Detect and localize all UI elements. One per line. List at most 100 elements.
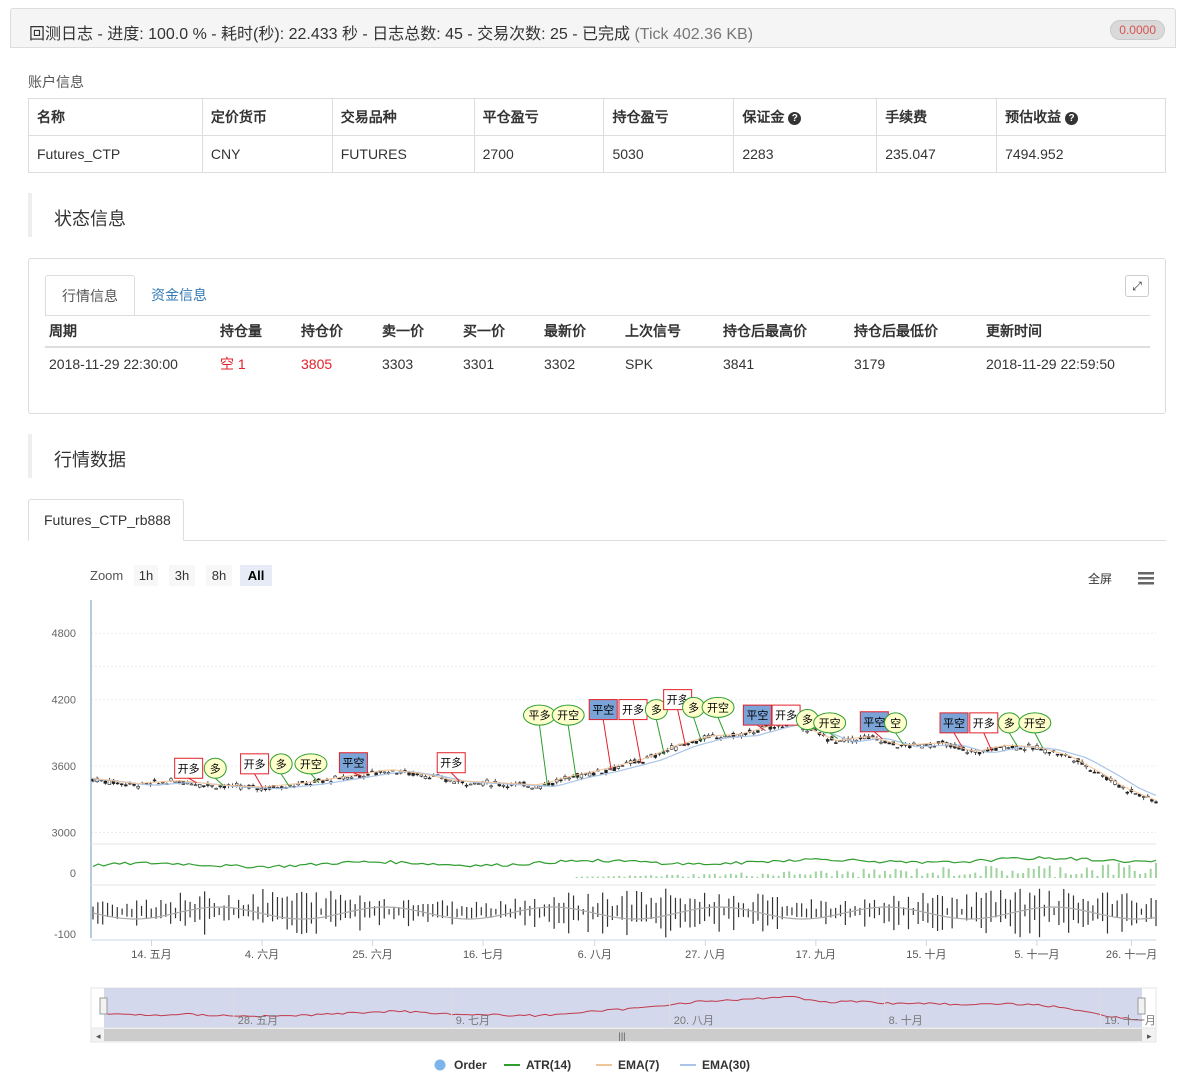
expand-icon[interactable]: ⤢ [1125,275,1149,297]
status-section-header: 状态信息 [28,193,1166,237]
volume-bar [639,875,642,878]
candle [1117,784,1121,788]
account-header-row: 名称 定价货币 交易品种 平仓盈亏 持仓盈亏 保证金? 手续费 预估收益? [28,98,1166,136]
volume-bar [634,876,637,878]
volume-bar [602,876,605,878]
legend-symbol [434,1059,446,1071]
status-position-price: 3805 [301,356,333,372]
candle [103,780,108,784]
navigator-tick-label: 28. 五月 [238,1015,278,1027]
price-chart[interactable]: Zoom 1h 3h 8h All 全屏 3000 3600 4200 4800 开多… [28,555,1166,1075]
help-icon[interactable]: ? [1065,112,1079,125]
volume-bar [899,870,902,878]
status-header-last-signal: 上次信号 [621,315,719,348]
volume-bar [644,875,647,878]
volume-bar [580,876,583,878]
candle [193,784,198,787]
help-icon[interactable]: ? [788,112,802,125]
candle [472,782,477,785]
candle [694,740,699,744]
signal-label: 平空 [592,703,614,717]
volume-bar [836,870,839,878]
status-header-low-after: 持仓后最低价 [850,315,982,348]
tab-fund-info[interactable]: 资金信息 [135,275,223,316]
scroll-right-icon[interactable]: ▸ [1147,1031,1152,1041]
legend-item[interactable]: ATR(14) [504,1058,571,1072]
volume-bar [921,875,924,878]
tab-futures-ctp-rb888[interactable]: Futures_CTP_rb888 [28,499,184,541]
candle [407,772,411,776]
volume-bar [905,871,908,878]
candle [641,762,645,764]
candle [620,765,625,767]
account-table: 名称 定价货币 交易品种 平仓盈亏 持仓盈亏 保证金? 手续费 预估收益? Fu… [28,98,1166,173]
zoom-3h-button[interactable]: 3h [169,565,195,586]
signal-label: 多 [276,757,287,771]
candle [452,781,456,785]
candle [1088,770,1093,772]
status-header-ask: 卖一价 [378,315,459,348]
volume-bar [1075,874,1078,878]
volume-bar [852,872,855,878]
candle [579,774,584,779]
scroll-left-icon[interactable]: ◂ [96,1031,101,1041]
candle [349,776,354,779]
signal-label: 开多 [622,703,644,717]
fullscreen-label[interactable]: 全屏 [1088,571,1112,586]
legend-item[interactable]: EMA(7) [596,1058,659,1072]
volume-bar [586,876,589,878]
candle [838,740,842,743]
volume-bar [628,875,631,878]
account-header-estimated-profit: 预估收益? [996,98,1166,136]
candle [924,744,928,746]
account-position-pnl: 5030 [603,135,735,173]
candle [152,779,157,782]
candle [345,776,350,780]
signal-label: 空 [890,716,901,730]
status-low-after: 3179 [854,356,886,372]
tab-market-info[interactable]: 行情信息 [45,275,135,316]
legend-item[interactable]: Order [434,1058,488,1072]
signal-marker: 平空 [338,752,368,777]
signal-label: 多 [210,761,221,775]
signal-marker: 开多 [771,704,801,726]
signal-label: 开多 [973,716,995,730]
menu-icon[interactable] [1138,572,1154,585]
price-tick-label: 4200 [52,695,76,707]
volume-bar [793,874,796,878]
signal-pointer [538,725,548,787]
volume-bar [777,875,780,878]
zoom-3h-label: 3h [175,568,189,583]
signal-label: 多 [1004,716,1015,730]
volume-bar [756,876,759,878]
signal-label: 开空 [1024,716,1046,730]
zoom-1h-button[interactable]: 1h [134,565,158,586]
navigator-left-handle[interactable] [99,997,108,1015]
zoom-8h-button[interactable]: 8h [206,565,232,586]
legend-item[interactable]: EMA(30) [680,1058,750,1072]
volume-bar [745,875,748,878]
account-margin: 2283 [733,135,878,173]
candle [1002,745,1006,751]
volume-bar [591,876,594,878]
signal-marker: 开空 [294,753,328,784]
volume-bar [772,875,775,878]
price-tick-label: 3000 [52,827,76,839]
signal-pointer [254,773,264,788]
volume-bar [968,874,971,878]
volume-bar [751,876,754,878]
candle [427,777,432,780]
status-header-last: 最新价 [540,315,621,348]
volume-bar [990,866,993,878]
volume-bar [867,873,870,878]
signal-pointer [677,709,687,747]
account-currency: CNY [201,135,333,173]
candle [337,777,341,780]
navigator-right-handle[interactable] [1137,997,1146,1015]
signal-marker: 开多 [663,689,693,747]
account-header-fee: 手续费 [876,98,998,136]
navigator[interactable]: 28. 五月 9. 七月 20. 八月 8. 十月 19. 十一月 ||| ◂ ▸ [90,987,1157,1043]
zoom-all-button[interactable]: All [240,565,272,586]
signal-marker: 平空 [588,699,618,771]
candle [218,785,222,788]
